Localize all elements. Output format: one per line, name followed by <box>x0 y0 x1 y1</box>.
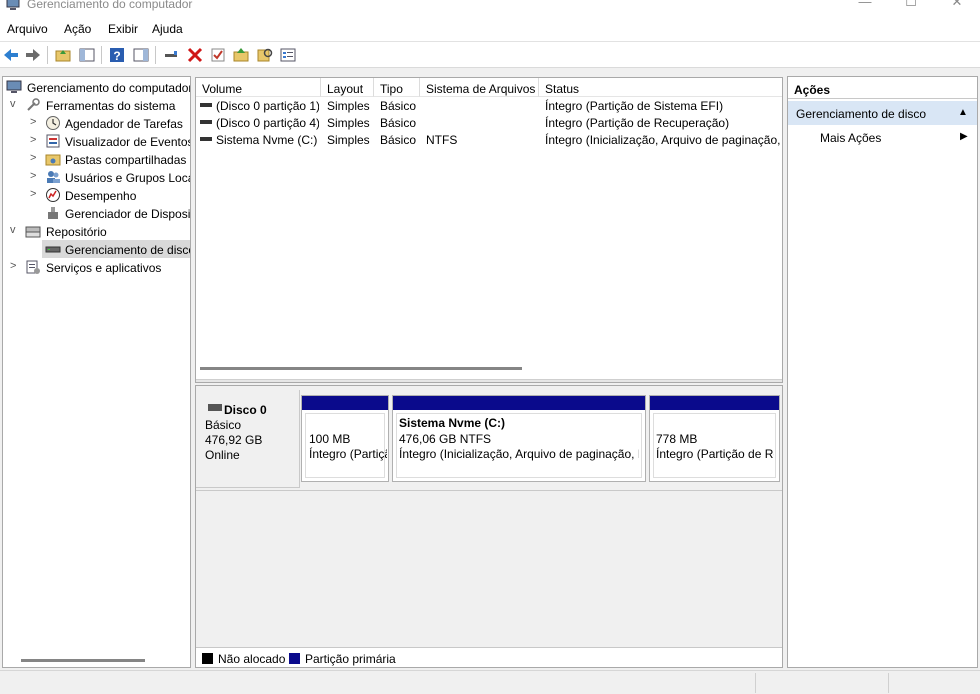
disk-name: Disco 0 <box>224 403 267 417</box>
navigation-tree[interactable]: Gerenciamento do computador v Ferramenta… <box>2 76 191 668</box>
table-row[interactable]: (Disco 0 partição 4) Simples Básico Ínte… <box>196 114 782 131</box>
column-header-status[interactable]: Status <box>539 78 782 97</box>
submenu-arrow-icon[interactable]: ▶ <box>960 131 968 142</box>
up-folder-icon[interactable] <box>54 46 72 64</box>
legend: Não alocado Partição primária <box>196 647 782 667</box>
volume-icon <box>200 120 212 124</box>
tree-item-performance[interactable]: > Desempenho <box>3 186 190 204</box>
column-header-tipo[interactable]: Tipo <box>374 78 420 97</box>
tree-item-event-viewer[interactable]: > Visualizador de Eventos <box>3 132 190 150</box>
disk-0-label[interactable]: Disco 0 Básico 476,92 GB Online <box>196 390 300 488</box>
search-icon[interactable] <box>256 46 274 64</box>
legend-label-primary: Partição primária <box>305 652 396 666</box>
storage-icon <box>25 226 41 238</box>
svg-text:?: ? <box>113 49 120 63</box>
tree-item-system-tools[interactable]: v Ferramentas do sistema <box>3 96 190 114</box>
delete-icon[interactable] <box>186 46 204 64</box>
actions-pane: Ações Gerenciamento de disco ▲ Mais Açõe… <box>787 76 978 668</box>
clock-icon <box>46 116 60 130</box>
disk-icon <box>208 404 222 411</box>
disk-type: Básico <box>205 418 242 432</box>
tree-item-shared-folders[interactable]: > Pastas compartilhadas <box>3 150 190 168</box>
column-header-volume[interactable]: Volume <box>196 78 321 97</box>
disk-state: Online <box>205 448 240 462</box>
disk-graphical-view[interactable]: Disco 0 Básico 476,92 GB Online 100 MB Í… <box>195 385 783 668</box>
collapse-up-icon[interactable]: ▲ <box>958 107 968 118</box>
help-icon[interactable]: ? <box>108 46 126 64</box>
tree-item-task-scheduler[interactable]: > Agendador de Tarefas <box>3 114 190 132</box>
close-icon[interactable]: ✕ <box>934 0 980 14</box>
computer-management-icon <box>6 80 22 93</box>
chevron-right-icon[interactable]: > <box>30 152 40 164</box>
table-row[interactable]: (Disco 0 partição 1) Simples Básico Ínte… <box>196 97 782 114</box>
tree-item-local-users-groups[interactable]: > Usuários e Grupos Locais <box>3 168 190 186</box>
users-icon <box>47 171 60 183</box>
tree-item-device-manager[interactable]: Gerenciador de Dispositivos <box>3 204 190 222</box>
partition-recovery[interactable]: 778 MB Íntegro (Partição de Recuperação) <box>649 395 780 482</box>
services-icon <box>26 260 40 274</box>
volume-icon <box>200 137 212 141</box>
legend-label-unallocated: Não alocado <box>218 652 286 666</box>
menu-arquivo[interactable]: Arquivo <box>7 22 48 36</box>
volume-list[interactable]: Volume Layout Tipo Sistema de Arquivos S… <box>195 77 783 383</box>
column-header-filesystem[interactable]: Sistema de Arquivos <box>420 78 539 97</box>
chevron-right-icon[interactable]: > <box>30 134 40 146</box>
more-actions-item[interactable]: Mais Ações <box>820 131 881 145</box>
forward-arrow-icon[interactable] <box>24 46 42 64</box>
volume-icon <box>200 103 212 107</box>
legend-swatch-primary <box>289 653 300 664</box>
device-manager-icon <box>48 207 58 219</box>
shared-folder-icon <box>45 154 61 166</box>
chevron-right-icon[interactable]: > <box>30 116 40 128</box>
menu-acao[interactable]: Ação <box>64 22 91 36</box>
partition-efi[interactable]: 100 MB Íntegro (Partição de Sistema EFI) <box>301 395 389 482</box>
tree-item-disk-management[interactable]: Gerenciamento de disco <box>42 240 190 258</box>
legend-swatch-unallocated <box>202 653 213 664</box>
chevron-down-icon[interactable]: v <box>10 224 20 236</box>
connect-icon[interactable] <box>162 46 180 64</box>
chevron-right-icon[interactable]: > <box>30 170 40 182</box>
tree-item-storage[interactable]: v Repositório <box>3 222 190 240</box>
check-icon[interactable] <box>209 46 227 64</box>
chevron-right-icon[interactable]: > <box>30 188 40 200</box>
event-viewer-icon <box>46 134 60 148</box>
disk-management-icon <box>45 246 61 253</box>
partition-system-c[interactable]: Sistema Nvme (C:) 476,06 GB NTFS Íntegro… <box>392 395 646 482</box>
volume-list-horizontal-scrollbar[interactable] <box>200 367 522 370</box>
menu-ajuda[interactable]: Ajuda <box>152 22 183 36</box>
chevron-right-icon[interactable]: > <box>10 260 20 272</box>
disk-size: 476,92 GB <box>205 433 263 447</box>
new-folder-icon[interactable] <box>232 46 250 64</box>
column-header-layout[interactable]: Layout <box>321 78 374 97</box>
pane-splitter[interactable] <box>196 379 782 382</box>
computer-management-icon <box>6 0 20 10</box>
actions-header: Ações <box>788 77 977 99</box>
title-bar: Gerenciamento do computador — ☐ ✕ <box>0 0 980 14</box>
toolbar: ? <box>0 42 980 68</box>
performance-icon <box>46 188 60 202</box>
system-tools-icon <box>27 98 40 111</box>
tree-item-services-applications[interactable]: > Serviços e aplicativos <box>3 258 190 276</box>
properties-icon[interactable] <box>279 46 297 64</box>
tree-item-computer-management[interactable]: Gerenciamento do computador <box>3 78 190 96</box>
window-title: Gerenciamento do computador <box>27 0 193 11</box>
back-arrow-icon[interactable] <box>2 46 20 64</box>
chevron-down-icon[interactable]: v <box>10 98 20 110</box>
menu-bar: Arquivo Ação Exibir Ajuda <box>0 14 980 42</box>
maximize-icon[interactable]: ☐ <box>888 0 934 14</box>
status-bar <box>0 670 980 694</box>
minimize-icon[interactable]: — <box>842 0 888 14</box>
table-row[interactable]: Sistema Nvme (C:) Simples Básico NTFS Ín… <box>196 131 782 148</box>
show-hide-tree-icon[interactable] <box>78 46 96 64</box>
menu-exibir[interactable]: Exibir <box>108 22 138 36</box>
tree-horizontal-scrollbar[interactable] <box>21 659 145 662</box>
show-hide-action-pane-icon[interactable] <box>132 46 150 64</box>
actions-section-disk-management[interactable]: Gerenciamento de disco ▲ <box>788 101 977 125</box>
